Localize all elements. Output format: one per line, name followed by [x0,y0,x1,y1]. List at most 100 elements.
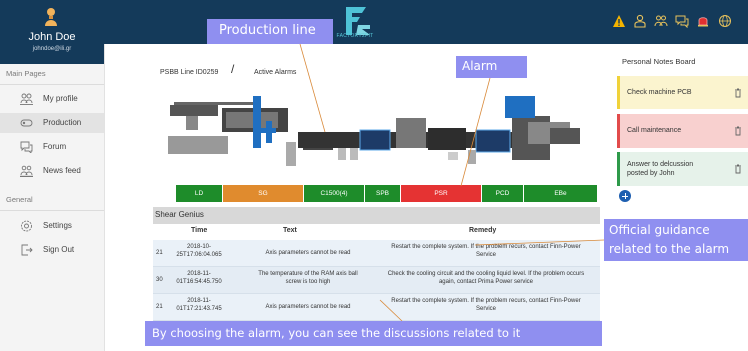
line-block [338,148,346,160]
alarm-row[interactable]: 21 2018-11- 01T17:21:43.745 Axis paramete… [153,294,600,321]
alarm-time: 2018-10- 25T17:06:04.065 [176,244,222,258]
worker-icon[interactable] [633,14,647,28]
alarm-remedy[interactable]: Restart the complete system. If the prob… [371,297,601,313]
alarm-row[interactable]: 30 2018-11- 01T16:54:45.750 The temperatu… [153,267,600,294]
note-text: Answer to delcussion posted by John [627,161,694,177]
messages-icon[interactable] [675,14,689,28]
trash-icon[interactable] [734,164,742,174]
sidebar-item-sign-out[interactable]: Sign Out [0,240,104,260]
sidebar-item-settings[interactable]: Settings [0,216,104,236]
station-c1500[interactable]: C1500(4) [304,185,365,202]
alarm-text: Axis parameters cannot be read [265,250,351,256]
line-block [475,129,511,153]
sidebar-item-label: News feed [43,166,81,175]
sidebar-item-production[interactable]: Production [0,113,104,133]
line-block [186,116,198,130]
note-card[interactable]: Answer to delcussion posted by John [617,152,748,186]
chat-bubbles-icon [20,141,33,153]
gear-icon [21,220,32,232]
user-name: John Doe [28,31,76,43]
users-icon [20,93,33,105]
line-block [396,118,426,148]
user-email: johndoe@ili.gr [32,46,72,52]
general-heading: General [6,195,33,204]
sidebar-item-label: Production [43,118,82,127]
col-time: Time [191,227,208,234]
col-remedy: Remedy [469,227,497,234]
group-icon[interactable] [654,14,668,28]
divider [0,84,104,85]
trash-icon[interactable] [734,88,742,98]
line-block [428,128,466,150]
alarm-remedy[interactable]: Restart the complete system. If the prob… [371,243,601,259]
machine-name: Shear Genius [155,210,204,219]
globe-icon[interactable] [718,14,732,28]
breadcrumb-separator: / [231,62,235,76]
breadcrumb-line[interactable]: PSBB Line ID0259 [160,69,218,76]
line-block [468,150,476,164]
sidebar-item-label: Sign Out [43,245,75,254]
line-block [253,96,261,148]
alarm-time: 2018-11- 01T16:54:45.750 [176,271,222,285]
line-block [359,129,391,151]
sidebar-item-forum[interactable]: Forum [0,137,104,157]
avatar[interactable] [44,7,58,27]
station-psr[interactable]: PSR [401,185,482,202]
top-bar [104,0,748,44]
divider [0,210,104,211]
main-pages-heading: Main Pages [6,69,46,78]
station-spb[interactable]: SPB [365,185,401,202]
line-block [260,128,276,133]
col-text: Text [283,227,297,234]
line-block [286,142,296,166]
alarm-remedy[interactable]: Check the cooling circuit and the coolin… [371,270,601,286]
station-ebe[interactable]: EBe [524,185,598,202]
annotation-production-line: Production line [207,19,333,44]
sign-out-icon [21,244,33,256]
alarm-row[interactable]: 21 2018-10- 25T17:06:04.065 Axis paramete… [153,240,600,267]
sidebar-item-label: My profile [43,94,78,103]
alarm-id: 21 [156,304,163,310]
note-card[interactable]: Call maintenance [617,114,748,148]
breadcrumb-current: Active Alarms [254,69,297,76]
annotation-official-guidance: Official guidance related to the alarm [604,219,748,261]
alarm-bell-icon[interactable] [696,14,710,28]
alarm-time: 2018-11- 01T17:21:43.745 [176,298,222,312]
add-note-button[interactable] [619,190,631,202]
sidebar-item-news-feed[interactable]: News feed [0,161,104,181]
production-icon [20,119,33,127]
news-feed-icon [20,165,33,177]
alarm-table-header: Time Text Remedy [153,224,600,238]
sidebar: John Doe johndoe@ili.gr Main Pages My pr… [0,0,105,351]
alarm-id: 30 [156,277,163,283]
trash-icon[interactable] [734,126,742,136]
station-pcd[interactable]: PCD [482,185,524,202]
sidebar-item-label: Settings [43,221,72,230]
sidebar-item-my-profile[interactable]: My profile [0,89,104,109]
line-block [505,96,535,118]
alarm-text: Axis parameters cannot be read [265,304,351,310]
station-ld[interactable]: LD [176,185,223,202]
note-text: Call maintenance [627,127,682,134]
warning-icon[interactable] [612,14,626,28]
annotation-alarm: Alarm [456,56,527,78]
machine-header: Shear Genius [153,207,600,224]
logo-text: FACTORY2FIT [336,33,374,39]
user-header: John Doe johndoe@ili.gr [0,0,104,64]
alarm-id: 21 [156,250,163,256]
station-sg[interactable]: SG [223,185,304,202]
line-block [448,152,458,160]
sidebar-item-label: Forum [43,142,67,151]
line-block [168,136,228,154]
notes-board-title: Personal Notes Board [622,57,696,66]
line-block [550,128,580,144]
alarm-text: The temperature of the RAM axis ball scre… [258,271,358,285]
line-block [350,148,358,160]
annotation-discussions: By choosing the alarm, you can see the d… [145,321,602,346]
station-bar: LD SG C1500(4) SPB PSR PCD EBe [176,185,598,202]
production-line-diagram[interactable] [148,88,600,178]
line-block [174,102,258,105]
note-text: Check machine PCB [627,89,692,96]
note-card[interactable]: Check machine PCB [617,76,748,109]
line-block [170,105,218,116]
